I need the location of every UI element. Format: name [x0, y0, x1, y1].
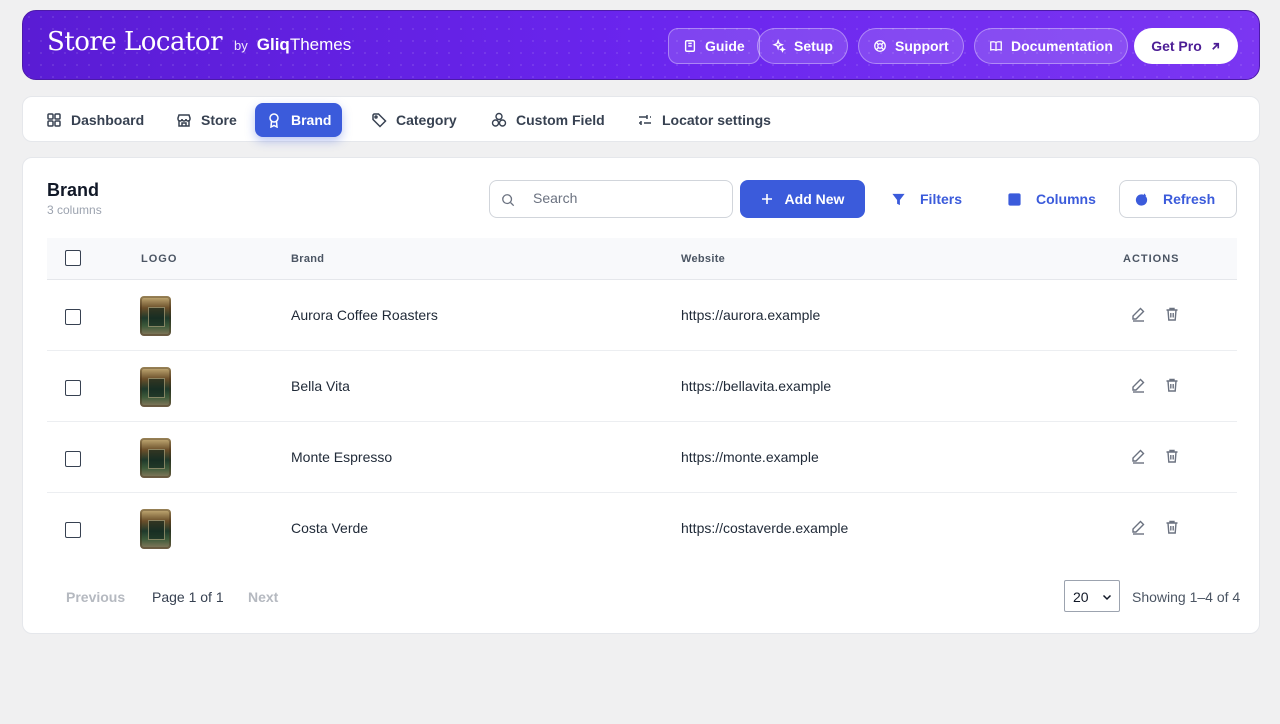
- brand-logo-image: [140, 367, 171, 407]
- add-new-label: Add New: [784, 191, 845, 207]
- setup-label: Setup: [794, 38, 833, 54]
- trash-icon[interactable]: [1164, 519, 1180, 535]
- nav-item-store[interactable]: Store: [165, 103, 248, 137]
- nav-label-brand: Brand: [291, 112, 332, 128]
- add-new-button[interactable]: Add New: [740, 180, 865, 218]
- page-size-value: 20: [1073, 589, 1089, 605]
- open-book-icon: [990, 41, 1002, 52]
- brand-name: Monte Espresso: [291, 449, 393, 465]
- brand-website: https://monte.example: [681, 449, 819, 465]
- nav-item-dashboard[interactable]: Dashboard: [35, 103, 155, 137]
- table-header: LOGO Brand Website ACTIONS: [47, 238, 1237, 280]
- page-size-select[interactable]: 20: [1064, 580, 1120, 612]
- trash-icon[interactable]: [1164, 306, 1180, 322]
- brand-website: https://bellavita.example: [681, 378, 832, 394]
- guide-button[interactable]: Guide: [668, 28, 760, 64]
- get-pro-label: Get Pro: [1151, 38, 1202, 54]
- refresh-icon: [1135, 192, 1148, 206]
- column-header-brand[interactable]: Brand: [291, 253, 324, 265]
- nav-label-dashboard: Dashboard: [71, 112, 145, 128]
- brand-name: Costa Verde: [291, 520, 369, 536]
- nav-item-brand[interactable]: Brand: [255, 103, 343, 137]
- search-box: [489, 180, 733, 218]
- documentation-label: Documentation: [1011, 38, 1113, 54]
- sparkles-icon: [772, 39, 786, 53]
- row-checkbox[interactable]: [65, 380, 81, 396]
- lifebuoy-icon: [874, 40, 886, 52]
- guide-label: Guide: [705, 38, 745, 54]
- storefront-icon: [177, 114, 191, 127]
- get-pro-button[interactable]: Get Pro: [1134, 28, 1238, 64]
- nav-item-custom-field[interactable]: Custom Field: [480, 103, 616, 137]
- brand-logo-image: [140, 509, 171, 549]
- chevron-down-icon: [1102, 594, 1112, 601]
- showing-count: Showing 1–4 of 4: [1132, 589, 1241, 605]
- brand-logo-image: [140, 296, 171, 336]
- edit-icon[interactable]: [1130, 519, 1146, 535]
- edit-icon[interactable]: [1130, 306, 1146, 322]
- column-header-website[interactable]: Website: [681, 253, 725, 265]
- columns-icon: [1008, 192, 1021, 206]
- book-icon: [684, 40, 696, 52]
- badge-icon: [269, 113, 279, 128]
- columns-label: Columns: [1036, 191, 1096, 207]
- brand-panel: Brand 3 columns Add New Filters Columns …: [22, 157, 1260, 634]
- setup-button[interactable]: Setup: [757, 28, 848, 64]
- column-header-actions: ACTIONS: [1123, 253, 1180, 265]
- row-checkbox[interactable]: [65, 309, 81, 325]
- nav-label-category: Category: [396, 112, 457, 128]
- brand-website: https://aurora.example: [681, 307, 821, 323]
- sliders-icon: [639, 115, 651, 125]
- row-checkbox[interactable]: [65, 522, 81, 538]
- arrow-up-right-icon: [1211, 42, 1219, 50]
- edit-icon[interactable]: [1130, 377, 1146, 393]
- app-brand: Store Locator by GliqThemes: [47, 27, 351, 57]
- nav-label-custom-field: Custom Field: [516, 112, 605, 128]
- grid-icon: [47, 113, 61, 127]
- table-row: Monte Espresso https://monte.example: [47, 422, 1237, 493]
- plus-icon: [761, 194, 772, 204]
- brand-website: https://costaverde.example: [681, 520, 849, 536]
- trash-icon[interactable]: [1164, 448, 1180, 464]
- page-info: Page 1 of 1: [152, 589, 224, 605]
- page-title: Brand: [47, 180, 100, 200]
- columns-button[interactable]: Columns: [993, 180, 1110, 218]
- next-button[interactable]: Next: [248, 589, 278, 605]
- brand-name: Bella Vita: [291, 378, 350, 394]
- brand-logo-image: [140, 438, 171, 478]
- support-label: Support: [895, 38, 949, 54]
- tag-icon: [372, 113, 387, 128]
- search-icon: [502, 194, 515, 207]
- search-input[interactable]: [533, 190, 723, 206]
- filters-button[interactable]: Filters: [877, 180, 976, 218]
- previous-button[interactable]: Previous: [66, 589, 125, 605]
- cubes-icon: [491, 112, 507, 127]
- support-button[interactable]: Support: [858, 28, 964, 64]
- documentation-button[interactable]: Documentation: [974, 28, 1128, 64]
- column-header-logo: LOGO: [141, 253, 178, 265]
- app-logo: Store Locator: [47, 27, 223, 57]
- table-row: Costa Verde https://costaverde.example: [47, 493, 1237, 564]
- nav-item-category[interactable]: Category: [360, 103, 468, 137]
- row-checkbox[interactable]: [65, 451, 81, 467]
- edit-icon[interactable]: [1130, 448, 1146, 464]
- main-nav: Dashboard Store Brand Category Custom Fi…: [22, 96, 1260, 142]
- funnel-icon: [892, 193, 905, 205]
- select-all-checkbox[interactable]: [65, 250, 81, 266]
- nav-item-locator-settings[interactable]: Locator settings: [626, 103, 782, 137]
- by-text: by: [234, 38, 248, 53]
- nav-label-locator-settings: Locator settings: [662, 112, 771, 128]
- app-header: Store Locator by GliqThemes Guide Setup …: [22, 10, 1260, 80]
- table-row: Bella Vita https://bellavita.example: [47, 351, 1237, 422]
- refresh-label: Refresh: [1163, 191, 1216, 207]
- trash-icon[interactable]: [1164, 377, 1180, 393]
- page-subtitle: 3 columns: [47, 203, 102, 217]
- filters-label: Filters: [920, 191, 963, 207]
- brand-name: Aurora Coffee Roasters: [291, 307, 438, 323]
- table-row: Aurora Coffee Roasters https://aurora.ex…: [47, 280, 1237, 351]
- refresh-button[interactable]: Refresh: [1119, 180, 1237, 218]
- nav-label-store: Store: [201, 112, 237, 128]
- company-name: GliqThemes: [256, 35, 352, 54]
